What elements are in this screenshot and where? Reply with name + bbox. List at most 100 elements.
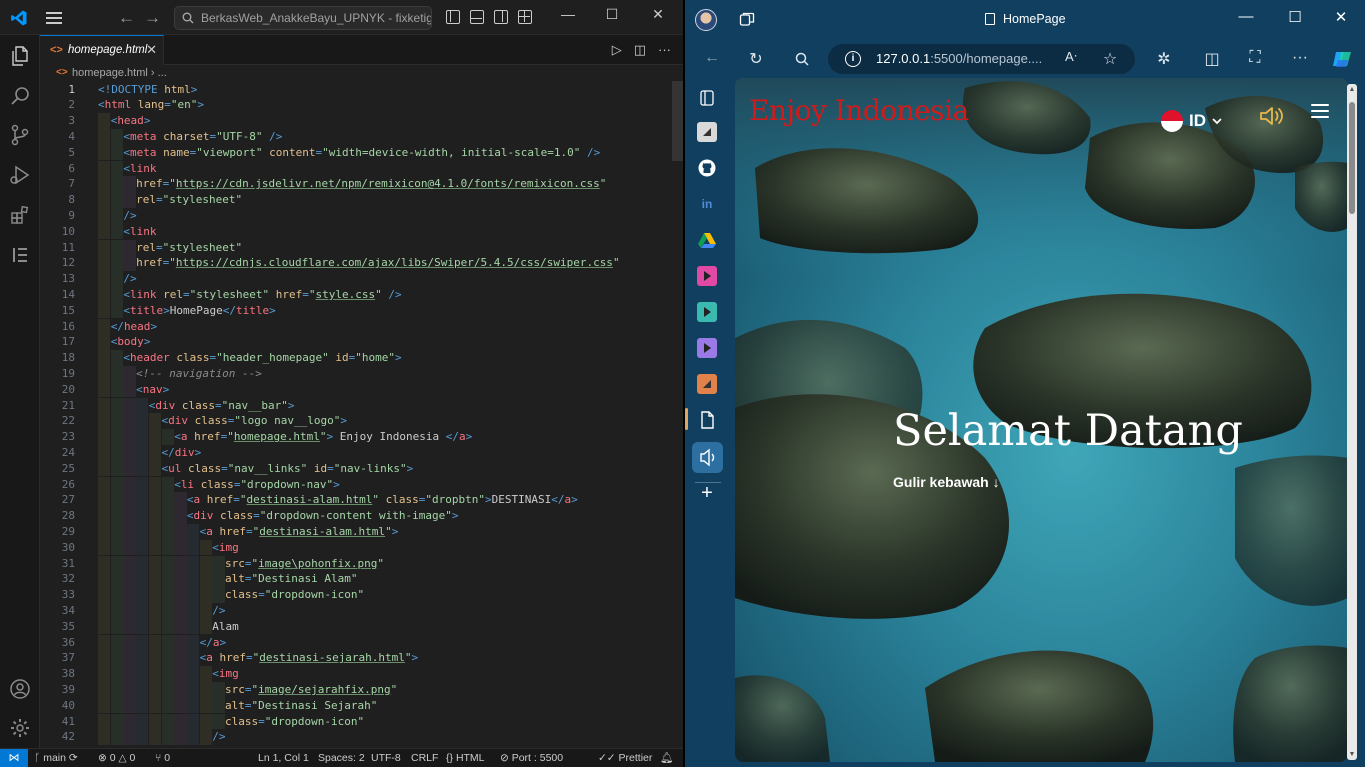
code-line[interactable]: 40 alt="Destinasi Sejarah": [40, 697, 672, 714]
code-line[interactable]: 26 <li class="dropdown-nav">: [40, 476, 672, 493]
close-window-button[interactable]: ✕: [1321, 8, 1361, 26]
scroll-down-arrow-icon[interactable]: ▼: [1348, 751, 1356, 758]
scroll-up-arrow-icon[interactable]: ▲: [1348, 86, 1356, 93]
problems-status[interactable]: ⊗ 0 △ 0: [98, 749, 135, 767]
code-line[interactable]: 23 <a href="homepage.html"> Enjoy Indones…: [40, 429, 672, 445]
code-line[interactable]: 13 />: [40, 271, 672, 287]
sound-app-icon[interactable]: [692, 442, 723, 473]
site-info-icon[interactable]: i: [845, 51, 861, 67]
code-line[interactable]: 29 <a href="destinasi-alam.html">: [40, 523, 672, 540]
menu-icon[interactable]: [46, 12, 62, 24]
hamburger-menu-icon[interactable]: [1311, 104, 1329, 118]
code-line[interactable]: 20 <nav>: [40, 381, 672, 398]
code-line[interactable]: 5 <meta name="viewport" content="width=de…: [40, 144, 672, 161]
minimize-button[interactable]: —: [548, 6, 588, 22]
breadcrumb[interactable]: <> homepage.html › ...: [40, 65, 683, 81]
maximize-button[interactable]: ☐: [1275, 8, 1315, 26]
code-line[interactable]: 11 rel="stylesheet": [40, 239, 672, 256]
tabs-icon[interactable]: [697, 88, 717, 108]
extensions-puzzle-icon[interactable]: ✲: [1153, 49, 1175, 69]
screenshot-icon[interactable]: ⛶: [1244, 49, 1266, 67]
close-window-button[interactable]: ✕: [638, 6, 678, 23]
split-editor-icon[interactable]: ◫: [634, 42, 646, 58]
code-line[interactable]: 28 <div class="dropdown-content with-imag…: [40, 508, 672, 524]
notifications-bell-icon[interactable]: 🔔︎: [660, 749, 673, 767]
settings-gear-icon[interactable]: [8, 716, 32, 740]
sound-toggle-icon[interactable]: [1259, 105, 1285, 127]
copilot-icon[interactable]: [1331, 48, 1353, 70]
app-shortcut-icon[interactable]: [697, 266, 717, 286]
extensions-icon[interactable]: [8, 203, 32, 227]
code-line[interactable]: 17 <body>: [40, 334, 672, 351]
maximize-button[interactable]: ☐: [592, 6, 632, 23]
code-line[interactable]: 39 src="image/sejarahfix.png": [40, 681, 672, 698]
code-line[interactable]: 33 class="dropdown-icon": [40, 587, 672, 603]
code-line[interactable]: 16 </head>: [40, 318, 672, 335]
code-line[interactable]: 24 </div>: [40, 444, 672, 461]
code-line[interactable]: 37 <a href="destinasi-sejarah.html">: [40, 650, 672, 667]
github-icon[interactable]: [697, 158, 717, 178]
run-debug-icon[interactable]: [8, 163, 32, 187]
refresh-icon[interactable]: ↻: [745, 49, 767, 69]
code-line[interactable]: 18 <header class="header_homepage" id="ho…: [40, 350, 672, 366]
code-line[interactable]: 10 <link: [40, 223, 672, 240]
minimize-button[interactable]: —: [1226, 8, 1266, 25]
app-shortcut-icon[interactable]: [697, 122, 717, 142]
code-line[interactable]: 6 <link: [40, 160, 672, 177]
code-line[interactable]: 32 alt="Destinasi Alam": [40, 571, 672, 588]
webpage-viewport[interactable]: Enjoy Indonesia ID Selamat Datang Gulir …: [735, 78, 1348, 762]
code-line[interactable]: 8 rel="stylesheet": [40, 192, 672, 208]
search-icon[interactable]: [8, 84, 32, 108]
code-line[interactable]: 21 <div class="nav__bar">: [40, 397, 672, 414]
back-arrow-icon[interactable]: ←: [701, 49, 723, 67]
google-drive-icon[interactable]: [697, 230, 717, 250]
indentation-status[interactable]: Spaces: 2: [318, 749, 365, 767]
code-line[interactable]: 41 class="dropdown-icon": [40, 713, 672, 730]
source-control-icon[interactable]: [8, 123, 32, 147]
live-server-port[interactable]: ⊘ Port : 5500: [500, 749, 563, 767]
forward-arrow-icon[interactable]: →: [144, 8, 161, 28]
breadcrumb-file[interactable]: homepage.html: [72, 67, 148, 79]
explorer-icon[interactable]: [8, 44, 32, 68]
search-icon[interactable]: [791, 52, 813, 66]
address-bar[interactable]: i 127.0.0.1:5500/homepage....: [828, 44, 1135, 74]
account-icon[interactable]: [8, 677, 32, 701]
code-line[interactable]: 42 />: [40, 729, 672, 746]
split-screen-icon[interactable]: ◫: [1201, 49, 1223, 69]
code-editor[interactable]: 1 <!DOCTYPE html> 2 <html lang="en"> 3 <head>…: [40, 81, 683, 748]
app-shortcut-icon[interactable]: [697, 302, 717, 322]
favorite-star-icon[interactable]: ☆: [1099, 49, 1121, 69]
app-shortcut-icon[interactable]: [697, 374, 717, 394]
language-mode[interactable]: {} HTML: [446, 749, 485, 767]
cursor-position[interactable]: Ln 1, Col 1: [258, 749, 309, 767]
scrollbar-thumb[interactable]: [1349, 102, 1355, 214]
code-line[interactable]: 3 <head>: [40, 113, 672, 129]
code-line[interactable]: 22 <div class="logo nav__logo">: [40, 413, 672, 430]
encoding-status[interactable]: UTF-8: [371, 749, 401, 767]
site-logo[interactable]: Enjoy Indonesia: [749, 94, 969, 127]
more-actions-icon[interactable]: ···: [658, 42, 671, 58]
eol-status[interactable]: CRLF: [411, 749, 438, 767]
breadcrumb-more[interactable]: ...: [158, 67, 167, 79]
code-line[interactable]: 36 </a>: [40, 634, 672, 651]
prettier-status[interactable]: ✓✓ Prettier: [598, 749, 652, 767]
branch-status[interactable]: ᚴ main ⟳: [34, 749, 78, 767]
more-menu-icon[interactable]: ···: [1289, 49, 1311, 67]
code-line[interactable]: 38 <img: [40, 666, 672, 682]
code-line[interactable]: 35 Alam: [40, 618, 672, 635]
active-tab[interactable]: HomePage: [985, 12, 1066, 26]
code-line[interactable]: 7 href="https://cdn.jsdelivr.net/npm/remi…: [40, 176, 672, 193]
code-line[interactable]: 25 <ul class="nav__links" id="nav-links">: [40, 460, 672, 477]
ports-status[interactable]: ⑂ 0: [155, 749, 170, 767]
code-line[interactable]: 30 <img: [40, 539, 672, 556]
customize-layout-icon[interactable]: [518, 10, 532, 24]
scroll-down-link[interactable]: Gulir kebawah ↓: [893, 474, 1000, 490]
code-line[interactable]: 9 />: [40, 207, 672, 224]
back-arrow-icon[interactable]: ←: [118, 8, 135, 28]
code-line[interactable]: 14 <link rel="stylesheet" href="style.css…: [40, 286, 672, 303]
remote-indicator-icon[interactable]: ⋈: [0, 749, 28, 767]
code-line[interactable]: 2 <html lang="en">: [40, 97, 672, 113]
editor-scrollbar[interactable]: [672, 81, 683, 161]
code-line[interactable]: 4 <meta charset="UTF-8" />: [40, 128, 672, 145]
command-center-search[interactable]: BerkasWeb_AnakkeBayu_UPNYK - fixketiga: [174, 6, 432, 30]
